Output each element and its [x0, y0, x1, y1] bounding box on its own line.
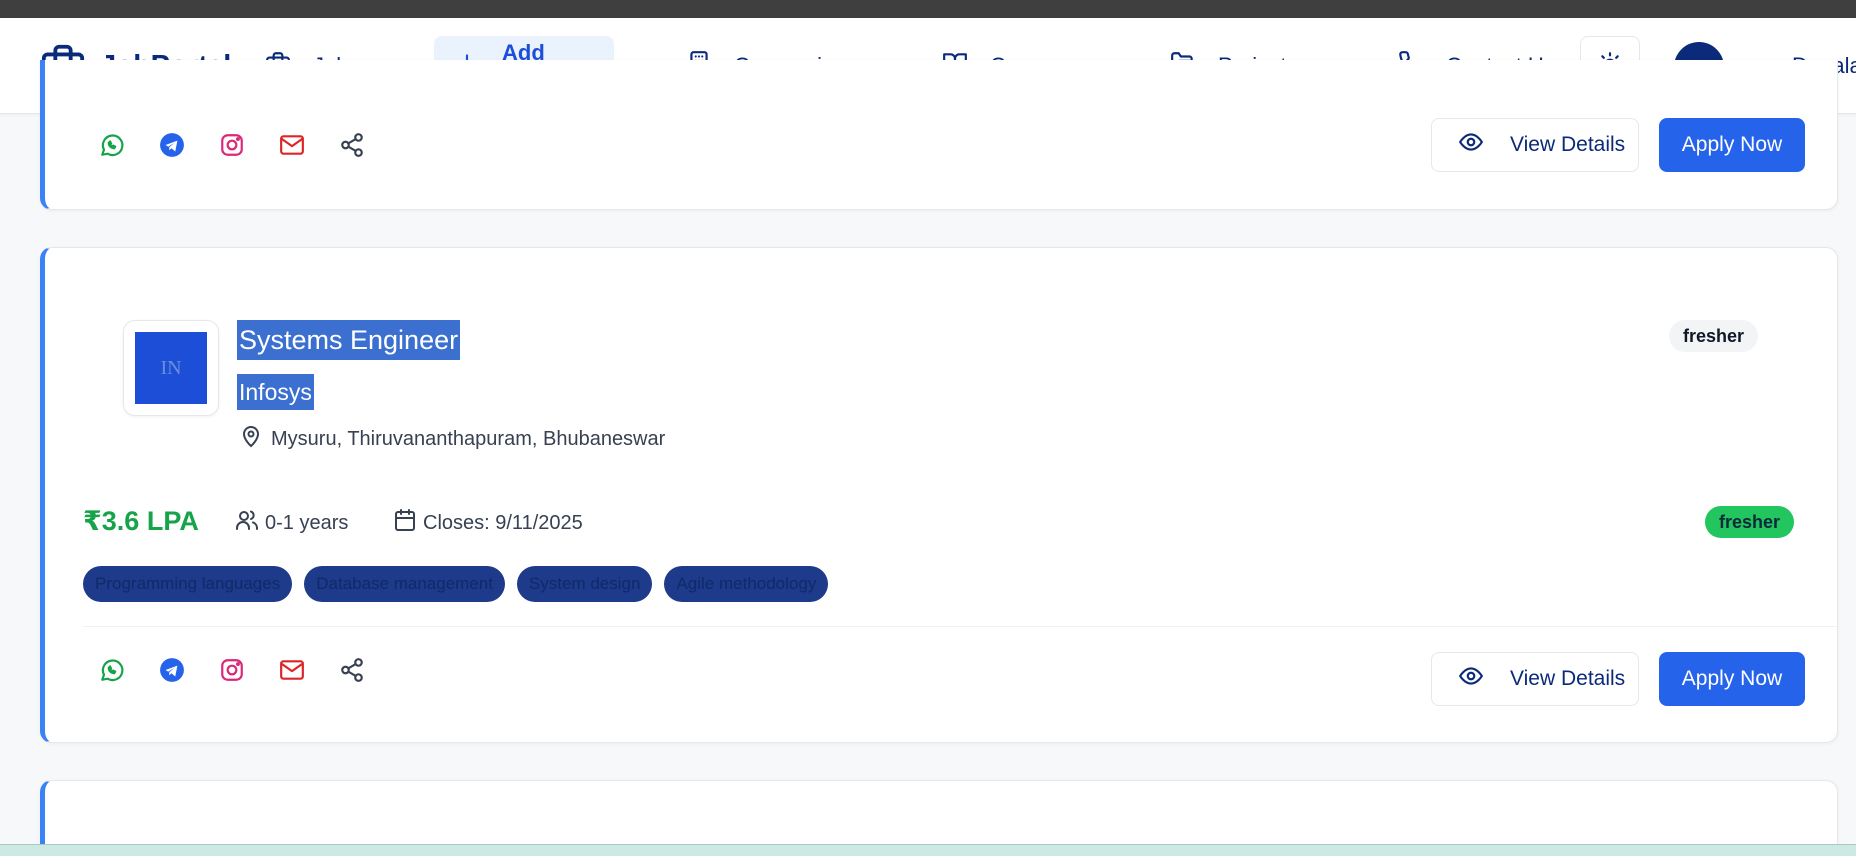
window-top-strip	[0, 0, 1856, 18]
share-row	[95, 128, 369, 162]
experience-text: 0-1 years	[265, 511, 349, 534]
whatsapp-icon[interactable]	[95, 653, 129, 687]
map-pin-icon	[239, 424, 263, 454]
calendar-icon	[393, 508, 417, 538]
job-location: Mysuru, Thiruvananthapuram, Bhubaneswar	[239, 424, 665, 454]
closing-date: Closes: 9/11/2025	[393, 508, 583, 538]
share-icon[interactable]	[335, 128, 369, 162]
job-card-previous: View Details Apply Now	[40, 60, 1838, 210]
view-details-label: View Details	[1510, 133, 1626, 156]
apply-now-button[interactable]: Apply Now	[1659, 652, 1805, 706]
company-logo-image: IN	[135, 332, 207, 404]
company-name[interactable]: Infosys	[237, 374, 314, 410]
company-logo: IN	[123, 320, 219, 416]
share-row	[95, 653, 369, 687]
mail-icon[interactable]	[275, 653, 309, 687]
eye-icon	[1458, 663, 1484, 695]
instagram-icon[interactable]	[215, 653, 249, 687]
job-card: IN Systems Engineer Infosys Mysuru, Thir…	[40, 247, 1838, 743]
skill-tags: Programming languages Database managemen…	[83, 566, 829, 602]
instagram-icon[interactable]	[215, 128, 249, 162]
bottom-strip	[0, 844, 1856, 856]
view-details-button[interactable]: View Details	[1431, 652, 1639, 706]
job-title[interactable]: Systems Engineer	[237, 320, 461, 360]
job-level-badge: fresher	[1669, 320, 1759, 352]
telegram-icon[interactable]	[155, 128, 189, 162]
users-icon	[235, 508, 259, 538]
job-type-badge: fresher	[1705, 506, 1795, 538]
skill-tag: System design	[516, 566, 653, 602]
closing-date-text: Closes: 9/11/2025	[423, 511, 583, 534]
mail-icon[interactable]	[275, 128, 309, 162]
view-details-button[interactable]: View Details	[1431, 118, 1639, 172]
location-text: Mysuru, Thiruvananthapuram, Bhubaneswar	[271, 427, 666, 450]
view-details-label: View Details	[1510, 667, 1626, 690]
skill-tag: Programming languages	[83, 566, 293, 602]
share-icon[interactable]	[335, 653, 369, 687]
skill-tag: Agile methodology	[664, 566, 829, 602]
telegram-icon[interactable]	[155, 653, 189, 687]
whatsapp-icon[interactable]	[95, 128, 129, 162]
apply-now-button[interactable]: Apply Now	[1659, 118, 1805, 172]
skill-tag: Database management	[304, 566, 505, 602]
divider	[83, 626, 1837, 627]
salary: ₹3.6 LPA	[83, 506, 199, 536]
experience: 0-1 years	[235, 508, 348, 538]
eye-icon	[1458, 129, 1484, 161]
